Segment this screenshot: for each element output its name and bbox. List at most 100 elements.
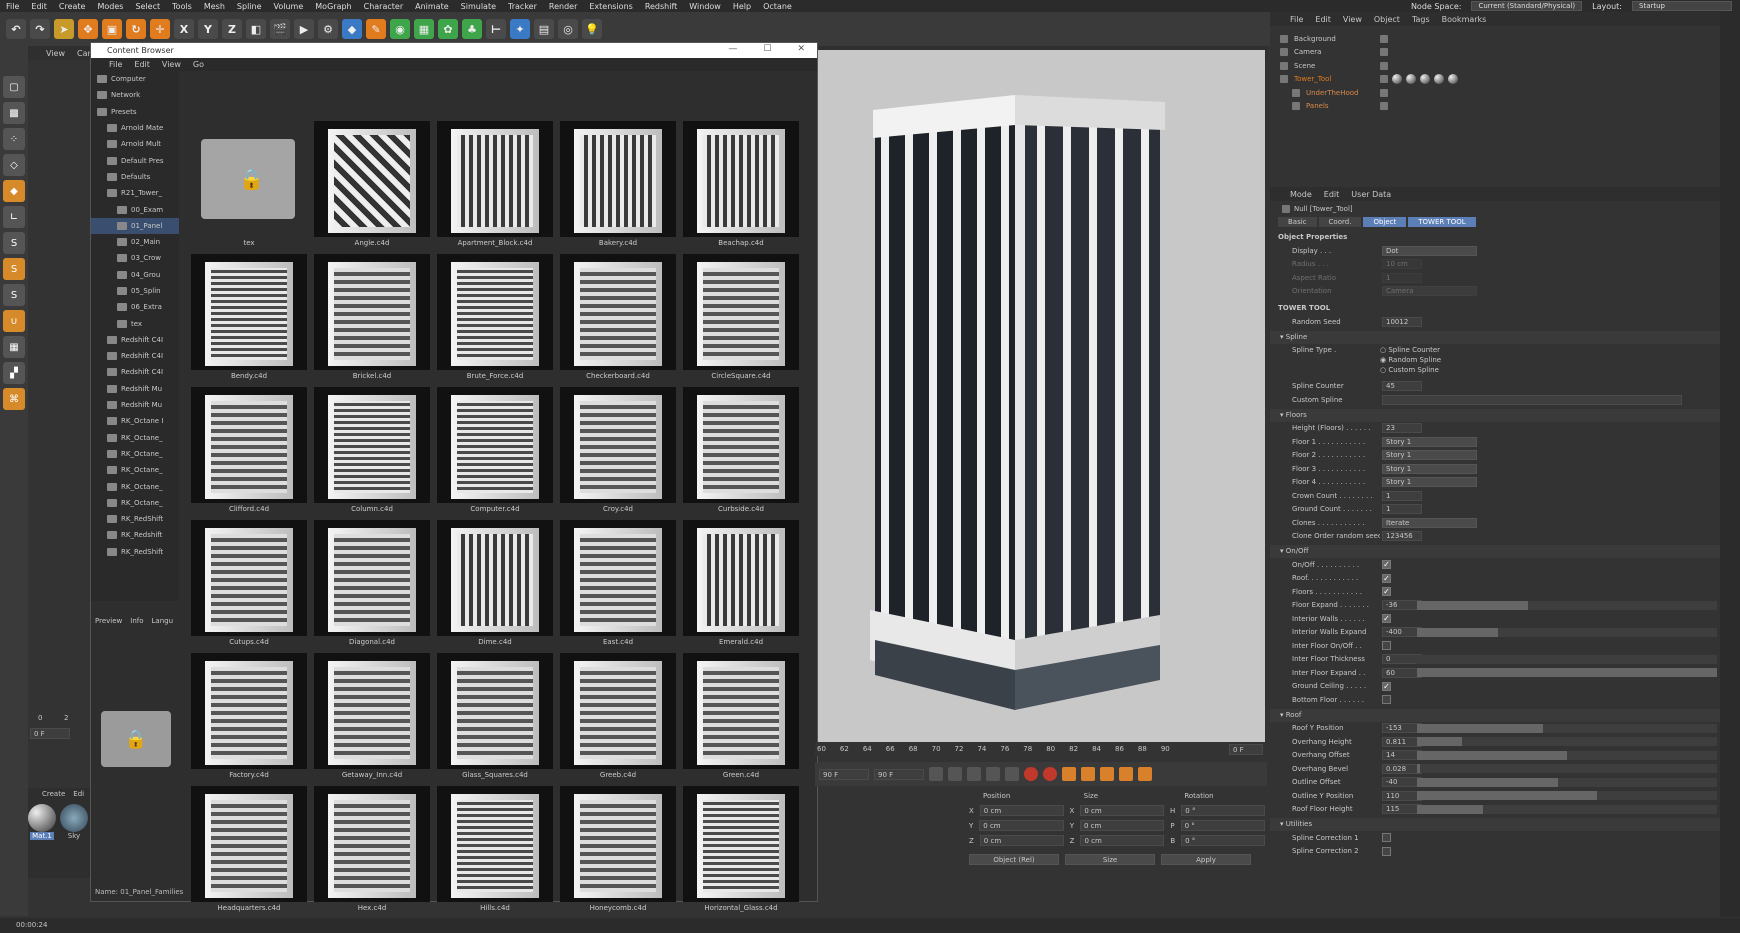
tree-item[interactable]: Network [91,87,179,103]
cloner-icon[interactable]: ✿ [438,19,458,39]
mat-menu-edit[interactable]: Edi [73,790,84,798]
content-item[interactable]: Computer.c4d [437,387,553,520]
param-checkbox[interactable]: ✓ [1382,587,1391,597]
tree-item[interactable]: Arnold Mate [91,120,179,136]
object-row[interactable]: Background [1270,32,1720,46]
render-view-icon[interactable]: ▶ [294,19,314,39]
object-row[interactable]: UnderTheHood [1270,86,1720,100]
menu-mograph[interactable]: MoGraph [315,2,351,11]
checker-icon[interactable]: ▞ [3,362,25,384]
visibility-icon[interactable] [1380,75,1388,84]
param-field[interactable]: 60 [1382,667,1422,678]
param-slider[interactable] [1417,723,1717,733]
axis-x-button[interactable]: X [174,19,194,39]
tree-item[interactable]: Redshift C4I [91,332,179,348]
aspect-field[interactable]: 1 [1382,272,1422,283]
tree-item[interactable]: 03_Crow [91,250,179,266]
tree-item[interactable]: 00_Exam [91,201,179,217]
tree-item[interactable]: RK_Octane_ [91,478,179,494]
param-checkbox[interactable] [1382,641,1391,651]
current-frame-field[interactable]: 0 F [1229,744,1263,755]
am-menu-mode[interactable]: Mode [1290,190,1312,199]
visibility-icon[interactable] [1380,102,1388,111]
prev-key-icon[interactable] [948,767,962,781]
param-field[interactable]: 0.028 [1382,763,1422,774]
axis-mode-icon[interactable]: ∟ [3,206,25,228]
param-slider[interactable] [1417,764,1717,774]
rotate-tool-icon[interactable]: ↻ [126,19,146,39]
param-dropdown[interactable]: Iterate [1382,517,1477,528]
model-mode-icon[interactable]: ▢ [3,76,25,98]
param-slider[interactable] [1417,804,1717,814]
content-item[interactable]: Angle.c4d [314,121,430,254]
om-menu-object[interactable]: Object [1374,15,1400,24]
layout-dropdown[interactable]: Startup [1632,1,1732,11]
content-item[interactable]: Diagonal.c4d [314,520,430,653]
orientation-dropdown[interactable]: Camera [1382,286,1477,297]
coord-size-dropdown[interactable]: Size [1065,854,1155,865]
param-checkbox[interactable]: ✓ [1382,681,1391,691]
mat-menu-create[interactable]: Create [42,790,65,798]
param-slider[interactable] [1417,600,1717,610]
coord-value-field[interactable]: 0 cm [979,805,1064,816]
tree-item[interactable]: Arnold Mult [91,136,179,152]
menu-edit[interactable]: Edit [31,2,47,11]
param-slider[interactable] [1417,737,1717,747]
content-item[interactable]: Croy.c4d [560,387,676,520]
om-menu-file[interactable]: File [1290,15,1303,24]
material-tag-icon[interactable] [1406,74,1416,85]
param-field[interactable]: 14 [1382,750,1422,761]
visibility-icon[interactable] [1380,61,1388,70]
tree-item[interactable]: RK_Octane_ [91,430,179,446]
tree-item[interactable]: RK_Octane_ [91,462,179,478]
move-tool-icon[interactable]: ✥ [78,19,98,39]
node-space-dropdown[interactable]: Current (Standard/Physical) [1471,1,1583,11]
tab-info[interactable]: Info [130,617,143,629]
param-slider[interactable] [1417,777,1717,787]
tree-item[interactable]: RK_RedShift [91,544,179,560]
tree-item[interactable]: 06_Extra [91,299,179,315]
param-slider[interactable] [1417,654,1717,664]
content-item[interactable]: Headquarters.c4d [191,786,307,919]
subdivision-icon[interactable]: ◉ [390,19,410,39]
select-tool-icon[interactable]: ➤ [54,19,74,39]
menu-mesh[interactable]: Mesh [204,2,225,11]
coord-value-field[interactable]: 0 ° [1181,805,1266,816]
undo-icon[interactable]: ↶ [6,19,26,39]
viewport-menu-view[interactable]: View [46,49,65,58]
param-slider[interactable] [1417,750,1717,760]
content-item[interactable]: Glass_Squares.c4d [437,653,553,786]
content-item[interactable]: Bakery.c4d [560,121,676,254]
tree-item[interactable]: 05_Splin [91,283,179,299]
apply-button[interactable]: Apply [1161,854,1251,865]
content-item[interactable]: Column.c4d [314,387,430,520]
content-item[interactable]: Hills.c4d [437,786,553,919]
param-field[interactable]: -36 [1382,600,1422,611]
content-item[interactable]: Bendy.c4d [191,254,307,387]
param-field[interactable]: 110 [1382,790,1422,801]
coord-value-field[interactable]: 0 ° [1181,835,1265,846]
menu-help[interactable]: Help [733,2,751,11]
tree-item[interactable]: 02_Main [91,234,179,250]
key-rotation-icon[interactable] [1100,767,1114,781]
tree-item[interactable]: RK_Octane_ [91,446,179,462]
content-item[interactable]: Apartment_Block.c4d [437,121,553,254]
field-icon[interactable]: ✦ [510,19,530,39]
tree-item[interactable]: Presets [91,104,179,120]
axis-z-button[interactable]: Z [222,19,242,39]
material-swatch[interactable]: Mat.1 [28,804,56,840]
param-dropdown[interactable]: Story 1 [1382,436,1477,447]
tab-language[interactable]: Langu [152,617,174,629]
snap-icon[interactable]: S [3,232,25,254]
coord-value-field[interactable]: 0 cm [1080,835,1165,846]
content-item[interactable]: Greeb.c4d [560,653,676,786]
pen-icon[interactable]: ✎ [366,19,386,39]
utilities-group[interactable]: ▾ Utilities [1270,818,1720,831]
param-field[interactable]: -153 [1382,723,1422,734]
coord-value-field[interactable]: 0 cm [979,820,1064,831]
play-icon[interactable] [967,767,981,781]
content-item[interactable]: Curbside.c4d [683,387,799,520]
visibility-icon[interactable] [1380,48,1388,57]
tree-item[interactable]: Redshift C4I [91,364,179,380]
param-dropdown[interactable]: Story 1 [1382,477,1477,488]
